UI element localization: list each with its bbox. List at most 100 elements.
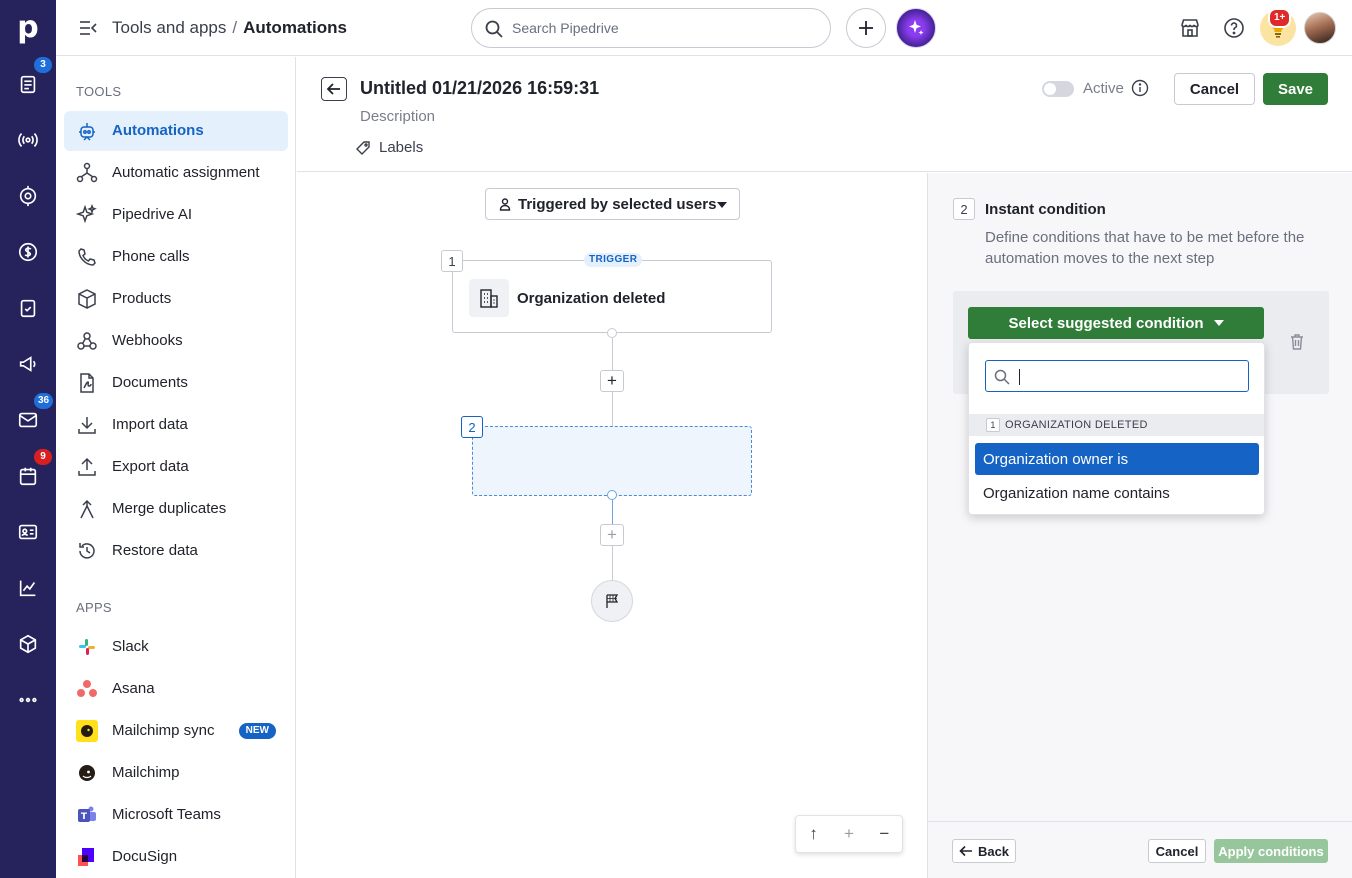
add-step-button[interactable]: + <box>600 524 624 546</box>
user-avatar[interactable] <box>1304 12 1336 44</box>
sidebar-item-mailchimp[interactable]: Mailchimp <box>64 753 288 793</box>
trigger-tag: TRIGGER <box>584 253 643 267</box>
restore-icon <box>76 540 98 562</box>
group-step-number: 1 <box>986 418 1000 432</box>
rail-deals-icon[interactable] <box>14 238 42 266</box>
import-icon <box>76 414 98 436</box>
sidebar-item-docusign[interactable]: DocuSign <box>64 837 288 877</box>
rail-target-icon[interactable] <box>14 182 42 210</box>
panel-cancel-button[interactable]: Cancel <box>1148 839 1206 863</box>
sidebar-item-asana[interactable]: Asana <box>64 669 288 709</box>
search-icon <box>994 369 1010 385</box>
finish-flag-icon <box>591 580 633 622</box>
sidebar-item-merge-duplicates[interactable]: Merge duplicates <box>64 489 288 529</box>
trigger-step-card[interactable]: Organization deleted <box>452 260 772 333</box>
sidebar-item-webhooks[interactable]: Webhooks <box>64 321 288 361</box>
condition-panel: 2 Instant condition Define conditions th… <box>927 173 1352 878</box>
rail-contacts-icon[interactable] <box>14 518 42 546</box>
sidebar-item-restore-data[interactable]: Restore data <box>64 531 288 571</box>
apply-conditions-button[interactable]: Apply conditions <box>1214 839 1328 863</box>
export-icon <box>76 456 98 478</box>
labels-label: Labels <box>379 139 424 156</box>
automation-description[interactable]: Description <box>360 108 435 125</box>
rail-products-icon[interactable] <box>14 630 42 658</box>
sidebar-item-phone-calls[interactable]: Phone calls <box>64 237 288 277</box>
webhook-icon <box>76 330 98 352</box>
dropdown-search <box>985 360 1249 392</box>
tools-section-title: TOOLS <box>76 84 122 99</box>
sparkle-icon <box>76 204 98 226</box>
info-icon[interactable] <box>1131 79 1149 97</box>
sidebar-item-microsoft-teams[interactable]: T Microsoft Teams <box>64 795 288 835</box>
sidebar-item-documents[interactable]: Documents <box>64 363 288 403</box>
pipedrive-logo[interactable]: p <box>14 10 42 46</box>
ai-assistant-button[interactable] <box>896 8 936 48</box>
activities-badge: 9 <box>34 449 52 465</box>
trigger-users-select[interactable]: Triggered by selected users <box>485 188 740 220</box>
connector-line <box>612 500 613 524</box>
back-arrow-button[interactable] <box>321 77 347 101</box>
connector-line <box>612 546 613 580</box>
rail-broadcast-icon[interactable] <box>14 126 42 154</box>
rail-insights-icon[interactable] <box>14 574 42 602</box>
rail-mail-icon[interactable] <box>14 406 42 434</box>
menu-collapse-icon[interactable] <box>78 18 98 38</box>
sidebar-item-pipedrive-ai[interactable]: Pipedrive AI <box>64 195 288 235</box>
sidebar-item-label: Webhooks <box>112 332 183 349</box>
plus-icon <box>859 21 873 35</box>
notifications-badge: 1+ <box>1268 8 1292 28</box>
sidebar-item-export-data[interactable]: Export data <box>64 447 288 487</box>
connector-dot <box>607 490 617 500</box>
add-step-button[interactable]: + <box>600 370 624 392</box>
rail-tasks-icon[interactable] <box>14 294 42 322</box>
zoom-out-icon[interactable]: − <box>869 824 899 844</box>
suggested-condition-dropdown: 1 ORGANIZATION DELETED Organization owne… <box>968 342 1265 515</box>
dropdown-option-name[interactable]: Organization name contains <box>975 477 1259 509</box>
leads-badge: 3 <box>34 57 52 73</box>
quick-add-button[interactable] <box>846 8 886 48</box>
cancel-button[interactable]: Cancel <box>1174 73 1255 105</box>
connector-dot <box>607 328 617 338</box>
search-icon <box>485 20 503 38</box>
automation-canvas: Triggered by selected users Organization… <box>297 173 927 878</box>
rail-campaigns-icon[interactable] <box>14 350 42 378</box>
step-number-2: 2 <box>461 416 483 438</box>
dropdown-search-input[interactable] <box>1016 366 1236 386</box>
sidebar-item-automations[interactable]: Automations <box>64 111 288 151</box>
zoom-in-icon[interactable]: + <box>834 824 864 844</box>
select-suggested-condition-button[interactable]: Select suggested condition <box>968 307 1264 339</box>
active-label: Active <box>1083 80 1124 97</box>
rail-leads-icon[interactable] <box>14 70 42 98</box>
breadcrumb-parent[interactable]: Tools and apps <box>112 18 226 37</box>
sidebar-item-label: Mailchimp <box>112 764 180 781</box>
labels-button[interactable]: Labels <box>355 139 423 156</box>
panel-footer: Back Cancel Apply conditions <box>928 821 1352 878</box>
help-icon[interactable] <box>1222 16 1246 40</box>
box-icon <box>76 288 98 310</box>
arrow-up-icon[interactable]: ↑ <box>799 824 829 844</box>
rail-calendar-icon[interactable] <box>14 462 42 490</box>
rail-more-icon[interactable] <box>14 686 42 714</box>
step-number-1: 1 <box>441 250 463 272</box>
marketplace-icon[interactable] <box>1178 16 1202 40</box>
automation-title[interactable]: Untitled 01/21/2026 16:59:31 <box>360 78 599 99</box>
sidebar-item-automatic-assignment[interactable]: Automatic assignment <box>64 153 288 193</box>
person-icon <box>499 198 511 211</box>
panel-step-number: 2 <box>953 198 975 220</box>
dropdown-option-owner[interactable]: Organization owner is <box>975 443 1259 475</box>
save-button[interactable]: Save <box>1263 73 1328 105</box>
asana-icon <box>76 678 98 700</box>
sidebar-item-mailchimp-sync[interactable]: Mailchimp sync NEW <box>64 711 288 751</box>
condition-placeholder-card[interactable] <box>472 426 752 496</box>
merge-icon <box>76 498 98 520</box>
slack-icon <box>76 636 98 658</box>
breadcrumb-separator: / <box>232 18 238 37</box>
sidebar-item-products[interactable]: Products <box>64 279 288 319</box>
back-button[interactable]: Back <box>952 839 1016 863</box>
search-input[interactable] <box>512 17 812 39</box>
connector-line <box>612 338 613 370</box>
sidebar-item-import-data[interactable]: Import data <box>64 405 288 445</box>
sidebar-item-slack[interactable]: Slack <box>64 627 288 667</box>
trash-icon[interactable] <box>1289 333 1305 351</box>
active-toggle[interactable] <box>1042 81 1074 97</box>
